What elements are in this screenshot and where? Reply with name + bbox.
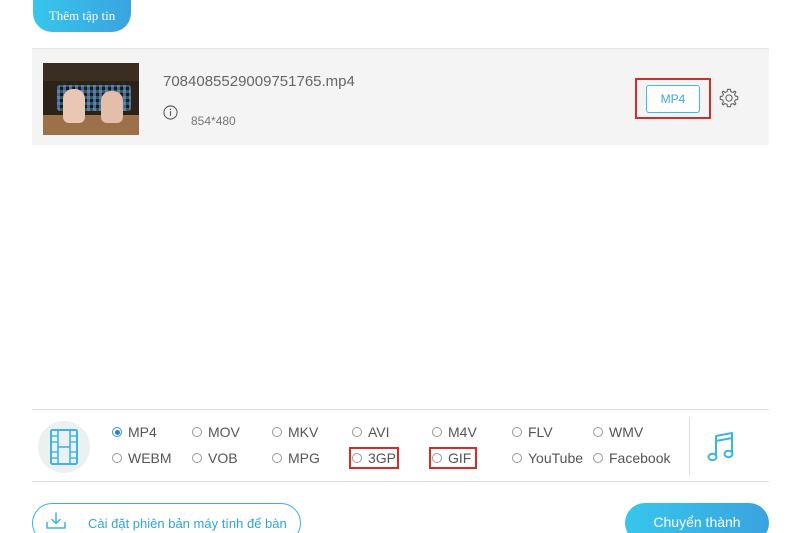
format-option-mov[interactable]: MOV — [192, 424, 240, 440]
radio-button[interactable] — [112, 427, 122, 437]
format-label: VOB — [208, 450, 238, 466]
output-format-button[interactable]: MP4 — [646, 85, 700, 113]
desktop-version-label: Cài đặt phiên bản máy tính để bàn — [88, 516, 287, 531]
radio-button[interactable] — [432, 453, 442, 463]
radio-button[interactable] — [352, 427, 362, 437]
format-label: WEBM — [128, 450, 172, 466]
radio-button[interactable] — [593, 453, 603, 463]
format-label: 3GP — [368, 450, 397, 466]
radio-button[interactable] — [352, 453, 362, 463]
format-option-mpg[interactable]: MPG — [272, 450, 320, 466]
format-label: AVI — [368, 424, 390, 440]
panel-divider — [689, 417, 690, 475]
format-option-mp4[interactable]: MP4 — [112, 424, 157, 440]
radio-button[interactable] — [512, 453, 522, 463]
radio-button[interactable] — [512, 427, 522, 437]
radio-button[interactable] — [192, 427, 202, 437]
format-label: MOV — [208, 424, 240, 440]
file-resolution: 854*480 — [191, 114, 236, 128]
film-icon — [50, 429, 78, 465]
radio-button[interactable] — [272, 453, 282, 463]
format-option-wmv[interactable]: WMV — [593, 424, 643, 440]
gear-icon[interactable] — [718, 87, 740, 109]
radio-button[interactable] — [272, 427, 282, 437]
format-option-m4v[interactable]: M4V — [432, 424, 477, 440]
format-option-flv[interactable]: FLV — [512, 424, 553, 440]
radio-button[interactable] — [593, 427, 603, 437]
download-icon — [46, 512, 66, 529]
video-format-tab[interactable] — [38, 421, 90, 473]
format-label: Facebook — [609, 450, 671, 466]
format-label: MKV — [288, 424, 319, 440]
format-label: YouTube — [528, 450, 584, 466]
format-option-3gp[interactable]: 3GP — [352, 450, 396, 466]
desktop-version-button[interactable]: Cài đặt phiên bản máy tính để bàn — [32, 503, 301, 533]
format-option-webm[interactable]: WEBM — [112, 450, 172, 466]
format-option-gif[interactable]: GIF — [432, 450, 471, 466]
format-option-vob[interactable]: VOB — [192, 450, 238, 466]
format-label: FLV — [528, 424, 553, 440]
format-option-youtube[interactable]: YouTube — [512, 450, 583, 466]
format-label: M4V — [448, 424, 477, 440]
format-option-facebook[interactable]: Facebook — [593, 450, 670, 466]
format-option-mkv[interactable]: MKV — [272, 424, 318, 440]
radio-button[interactable] — [432, 427, 442, 437]
format-label: MP4 — [128, 424, 157, 440]
music-note-icon[interactable] — [707, 430, 735, 464]
file-name: 7084085529009751765.mp4 — [163, 73, 355, 90]
format-option-avi[interactable]: AVI — [352, 424, 390, 440]
format-label: WMV — [609, 424, 644, 440]
file-row: 7084085529009751765.mp4 854*480 MP4 — [32, 48, 769, 145]
convert-button[interactable]: Chuyển thành — [625, 503, 769, 533]
add-file-button[interactable]: Thêm tập tin — [33, 0, 131, 32]
video-thumbnail — [43, 63, 139, 135]
radio-button[interactable] — [112, 453, 122, 463]
format-label: MPG — [288, 450, 320, 466]
info-icon[interactable] — [163, 105, 178, 120]
format-panel: MP4 MOV MKV AVI M4V FLV WMV WEBM VOB MPG… — [32, 409, 769, 482]
format-label: GIF — [448, 450, 472, 466]
radio-button[interactable] — [192, 453, 202, 463]
